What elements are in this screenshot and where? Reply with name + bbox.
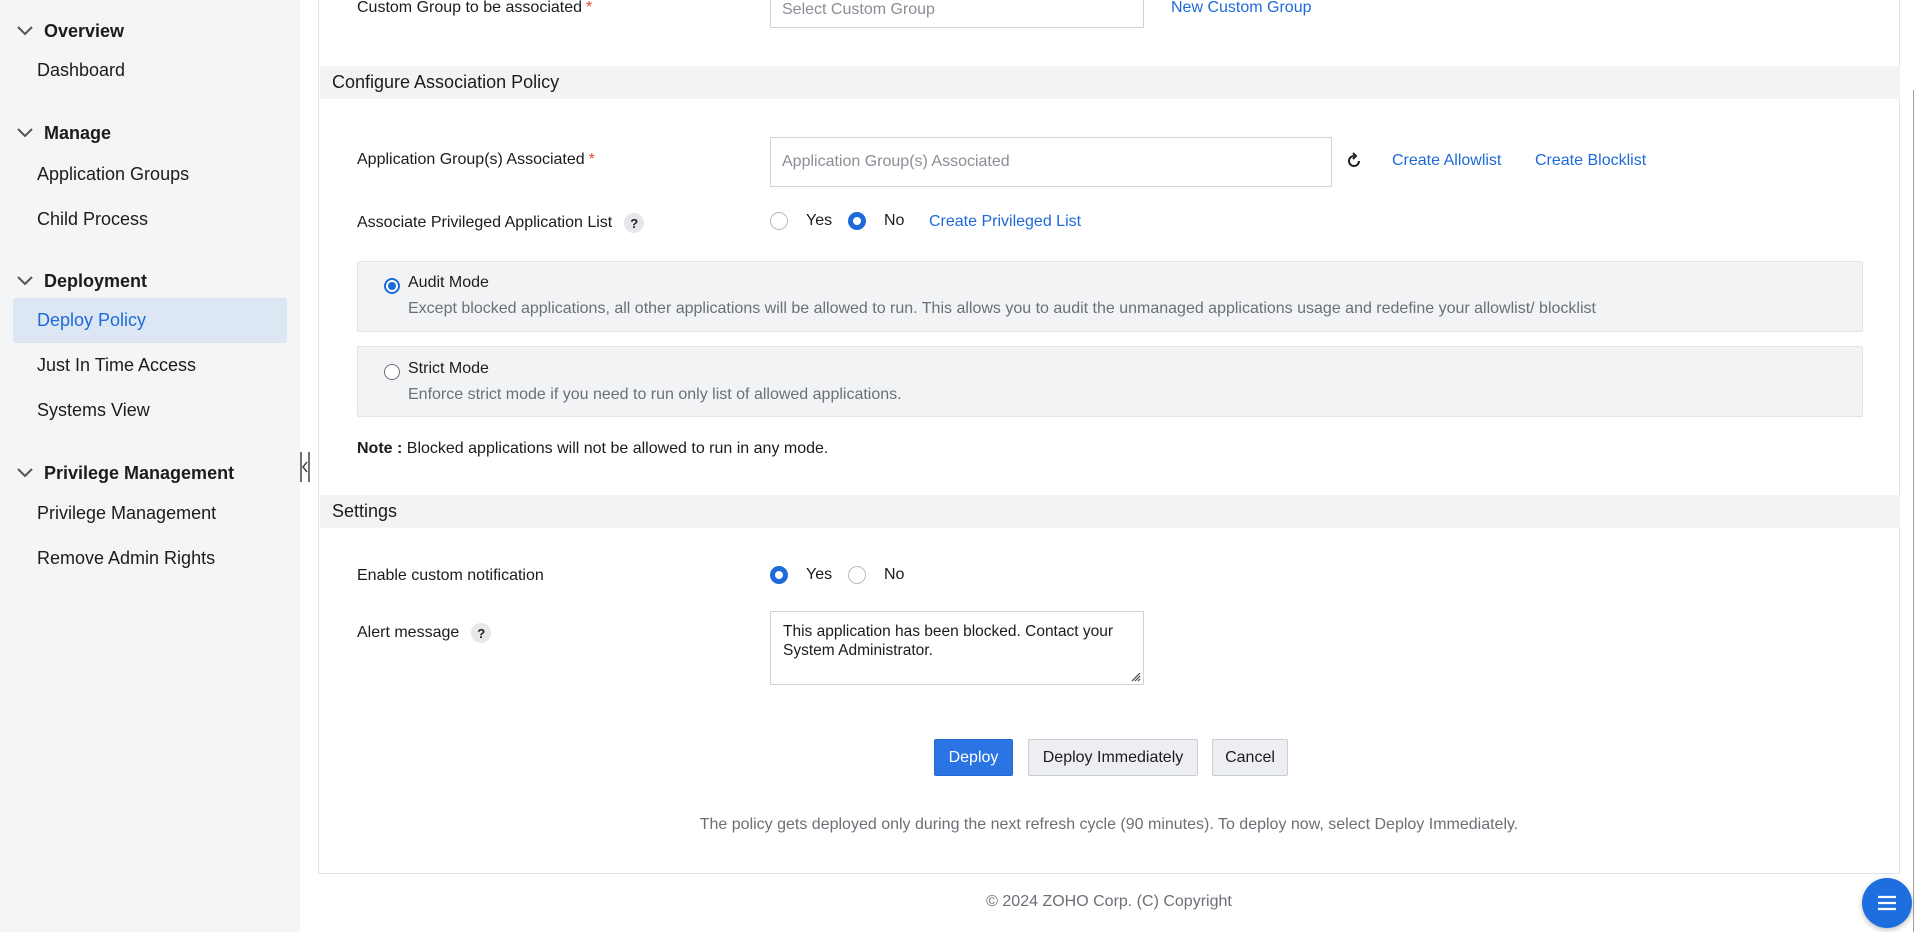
privileged-list-label-text: Associate Privileged Application List [357, 214, 613, 231]
strict-mode-option[interactable]: Strict Mode Enforce strict mode if you n… [357, 346, 1863, 417]
policy-note: Note : Blocked applications will not be … [357, 440, 828, 458]
radio-label: No [884, 566, 905, 583]
sidebar-item-remove-admin-rights[interactable]: Remove Admin Rights [13, 536, 287, 581]
radio-label: No [884, 212, 905, 229]
alert-message-label-text: Alert message [357, 624, 460, 641]
audit-mode-radio[interactable] [384, 278, 400, 294]
alert-message-textarea[interactable]: This application has been blocked. Conta… [770, 611, 1144, 685]
create-privileged-list-link[interactable]: Create Privileged List [929, 213, 1081, 231]
association-section-header: Configure Association Policy [320, 66, 1900, 99]
notification-no-radio[interactable]: No [848, 566, 904, 584]
sidebar-item-just-in-time-access[interactable]: Just In Time Access [13, 343, 287, 388]
settings-section-header: Settings [320, 495, 1900, 528]
resize-grip-icon[interactable] [1129, 670, 1141, 682]
menu-icon [1878, 895, 1896, 911]
alert-message-label: Alert message ? [357, 622, 492, 644]
help-icon[interactable]: ? [624, 213, 645, 233]
audit-mode-description: Except blocked applications, all other a… [408, 300, 1596, 317]
sidebar-item-label: Child Process [37, 209, 149, 229]
strict-mode-description: Enforce strict mode if you need to run o… [408, 386, 902, 403]
menu-fab-button[interactable] [1862, 878, 1912, 928]
custom-notification-label: Enable custom notification [357, 566, 544, 586]
create-allowlist-link[interactable]: Create Allowlist [1392, 152, 1501, 170]
custom-group-select[interactable]: Select Custom Group [770, 0, 1144, 28]
strict-mode-radio[interactable] [384, 364, 400, 380]
nav-group-title: Manage [44, 122, 112, 143]
chevron-down-icon [17, 276, 33, 286]
chevron-down-icon [17, 26, 33, 36]
notification-yes-radio[interactable]: Yes [770, 566, 832, 584]
radio-dot [770, 212, 788, 230]
nav-group-title: Deployment [44, 270, 148, 291]
sidebar-item-label: Dashboard [37, 60, 126, 80]
sidebar-item-privilege-management[interactable]: Privilege Management [13, 491, 287, 536]
nav-group-deployment[interactable]: Deployment [14, 270, 147, 292]
sidebar-item-systems-view[interactable]: Systems View [13, 388, 287, 433]
deploy-hint: The policy gets deployed only during the… [699, 816, 1519, 833]
note-label: Note : [357, 440, 403, 457]
nav-group-title: Overview [44, 20, 125, 41]
app-groups-label-text: Application Group(s) Associated [357, 151, 585, 168]
sidebar-item-label: Just In Time Access [37, 355, 197, 375]
custom-group-placeholder: Select Custom Group [782, 1, 935, 18]
chevron-down-icon [17, 128, 33, 138]
deploy-immediately-button[interactable]: Deploy Immediately [1028, 739, 1198, 776]
radio-dot-selected [848, 212, 866, 230]
new-custom-group-link[interactable]: New Custom Group [1171, 0, 1312, 17]
radio-label: Yes [806, 566, 833, 583]
radio-label: Yes [806, 212, 833, 229]
alert-message-text: This application has been blocked. Conta… [783, 623, 1114, 659]
footer-copyright: © 2024 ZOHO Corp. (C) Copyright [986, 893, 1232, 910]
app-groups-input[interactable]: Application Group(s) Associated [770, 137, 1332, 187]
sidebar-item-deploy-policy[interactable]: Deploy Policy [13, 298, 287, 343]
nav-group-privilege-management[interactable]: Privilege Management [14, 462, 234, 484]
privileged-no-radio[interactable]: No [848, 212, 904, 230]
chevron-down-icon [17, 468, 33, 478]
required-mark: * [586, 0, 593, 16]
sidebar-item-label: Systems View [37, 400, 150, 420]
app-groups-label: Application Group(s) Associated * [357, 150, 595, 170]
sidebar-item-label: Deploy Policy [37, 310, 147, 330]
note-text: Blocked applications will not be allowed… [406, 440, 829, 457]
help-icon[interactable]: ? [471, 623, 492, 643]
audit-mode-option[interactable]: Audit Mode Except blocked applications, … [357, 261, 1863, 332]
privileged-yes-radio[interactable]: Yes [770, 212, 832, 230]
required-mark: * [588, 151, 595, 168]
nav-group-manage[interactable]: Manage [14, 122, 111, 144]
cancel-button[interactable]: Cancel [1212, 739, 1288, 776]
audit-mode-title: Audit Mode [408, 274, 489, 291]
section-title: Settings [332, 501, 398, 521]
radio-dot [848, 566, 866, 584]
sidebar-item-child-process[interactable]: Child Process [13, 197, 287, 242]
sidebar: Overview Dashboard Manage Application Gr… [0, 0, 300, 932]
nav-group-title: Privilege Management [44, 462, 235, 483]
sidebar-item-label: Application Groups [37, 164, 190, 184]
sidebar-item-application-groups[interactable]: Application Groups [13, 152, 287, 197]
privileged-list-label: Associate Privileged Application List ? [357, 212, 645, 234]
sidebar-item-label: Privilege Management [37, 503, 217, 523]
sidebar-collapse-icon[interactable] [299, 450, 311, 484]
app-groups-placeholder: Application Group(s) Associated [782, 153, 1010, 170]
sidebar-item-dashboard[interactable]: Dashboard [13, 48, 287, 93]
radio-dot-selected [770, 566, 788, 584]
sidebar-item-label: Remove Admin Rights [37, 548, 216, 568]
section-title: Configure Association Policy [332, 72, 560, 92]
create-blocklist-link[interactable]: Create Blocklist [1535, 152, 1646, 170]
custom-group-label-text: Custom Group to be associated [357, 0, 583, 16]
custom-notification-label-text: Enable custom notification [357, 567, 544, 584]
custom-group-label: Custom Group to be associated * [357, 0, 592, 18]
deploy-button[interactable]: Deploy [934, 739, 1013, 776]
scrollbar[interactable] [1913, 90, 1919, 932]
refresh-icon[interactable] [1344, 151, 1364, 171]
nav-group-overview[interactable]: Overview [14, 20, 124, 42]
strict-mode-title: Strict Mode [408, 360, 489, 377]
